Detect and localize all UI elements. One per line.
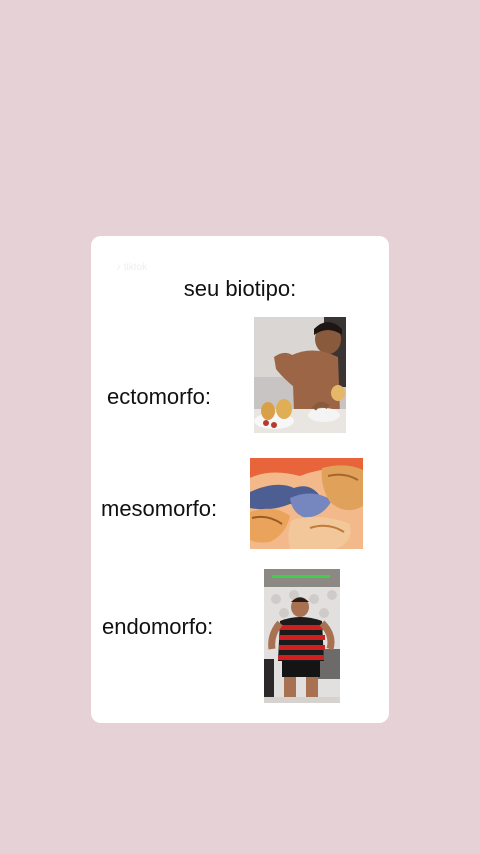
watermark: ♪ tiktok: [116, 262, 148, 273]
endomorfo-image: [264, 569, 340, 703]
mesomorfo-label: mesomorfo:: [101, 496, 218, 521]
ectomorfo-image: [254, 317, 346, 433]
card-title: seu biotipo:: [183, 276, 297, 301]
ectomorfo-label: ectomorfo:: [107, 384, 211, 409]
endomorfo-label: endomorfo:: [102, 614, 214, 639]
mesomorfo-image: [250, 458, 363, 549]
